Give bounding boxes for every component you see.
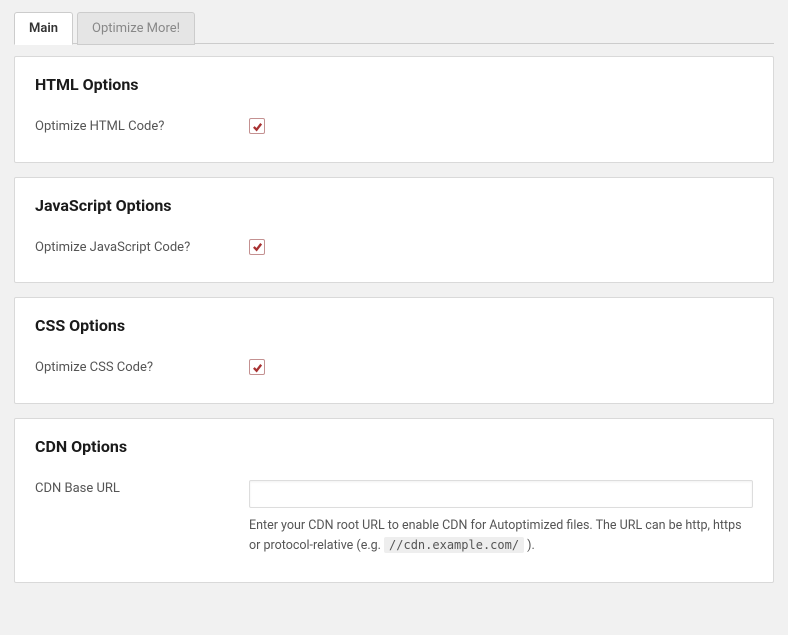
cdn-options-panel: CDN Options CDN Base URL Enter your CDN … <box>14 418 774 583</box>
js-options-panel: JavaScript Options Optimize JavaScript C… <box>14 177 774 284</box>
cdn-base-url-row: CDN Base URL Enter your CDN root URL to … <box>35 480 753 556</box>
check-icon <box>252 241 263 252</box>
css-optimize-label: Optimize CSS Code? <box>35 359 249 375</box>
css-optimize-checkbox[interactable] <box>249 359 265 375</box>
css-options-title: CSS Options <box>35 316 753 335</box>
cdn-options-title: CDN Options <box>35 437 753 456</box>
css-options-panel: CSS Options Optimize CSS Code? <box>14 297 774 404</box>
tab-optimize-more[interactable]: Optimize More! <box>77 12 195 45</box>
js-options-title: JavaScript Options <box>35 196 753 215</box>
html-options-title: HTML Options <box>35 75 753 94</box>
js-optimize-row: Optimize JavaScript Code? <box>35 239 753 257</box>
js-optimize-checkbox[interactable] <box>249 239 265 255</box>
html-options-panel: HTML Options Optimize HTML Code? <box>14 56 774 163</box>
html-optimize-row: Optimize HTML Code? <box>35 118 753 136</box>
check-icon <box>252 362 263 373</box>
css-optimize-row: Optimize CSS Code? <box>35 359 753 377</box>
cdn-base-url-label: CDN Base URL <box>35 480 249 496</box>
cdn-example-code: //cdn.example.com/ <box>384 537 524 553</box>
html-optimize-checkbox[interactable] <box>249 118 265 134</box>
check-icon <box>252 121 263 132</box>
settings-tabs: Main Optimize More! <box>14 12 774 44</box>
cdn-base-url-input[interactable] <box>249 480 753 508</box>
cdn-help-text: Enter your CDN root URL to enable CDN fo… <box>249 516 753 556</box>
js-optimize-label: Optimize JavaScript Code? <box>35 239 249 255</box>
tab-main[interactable]: Main <box>14 12 73 45</box>
html-optimize-label: Optimize HTML Code? <box>35 118 249 134</box>
